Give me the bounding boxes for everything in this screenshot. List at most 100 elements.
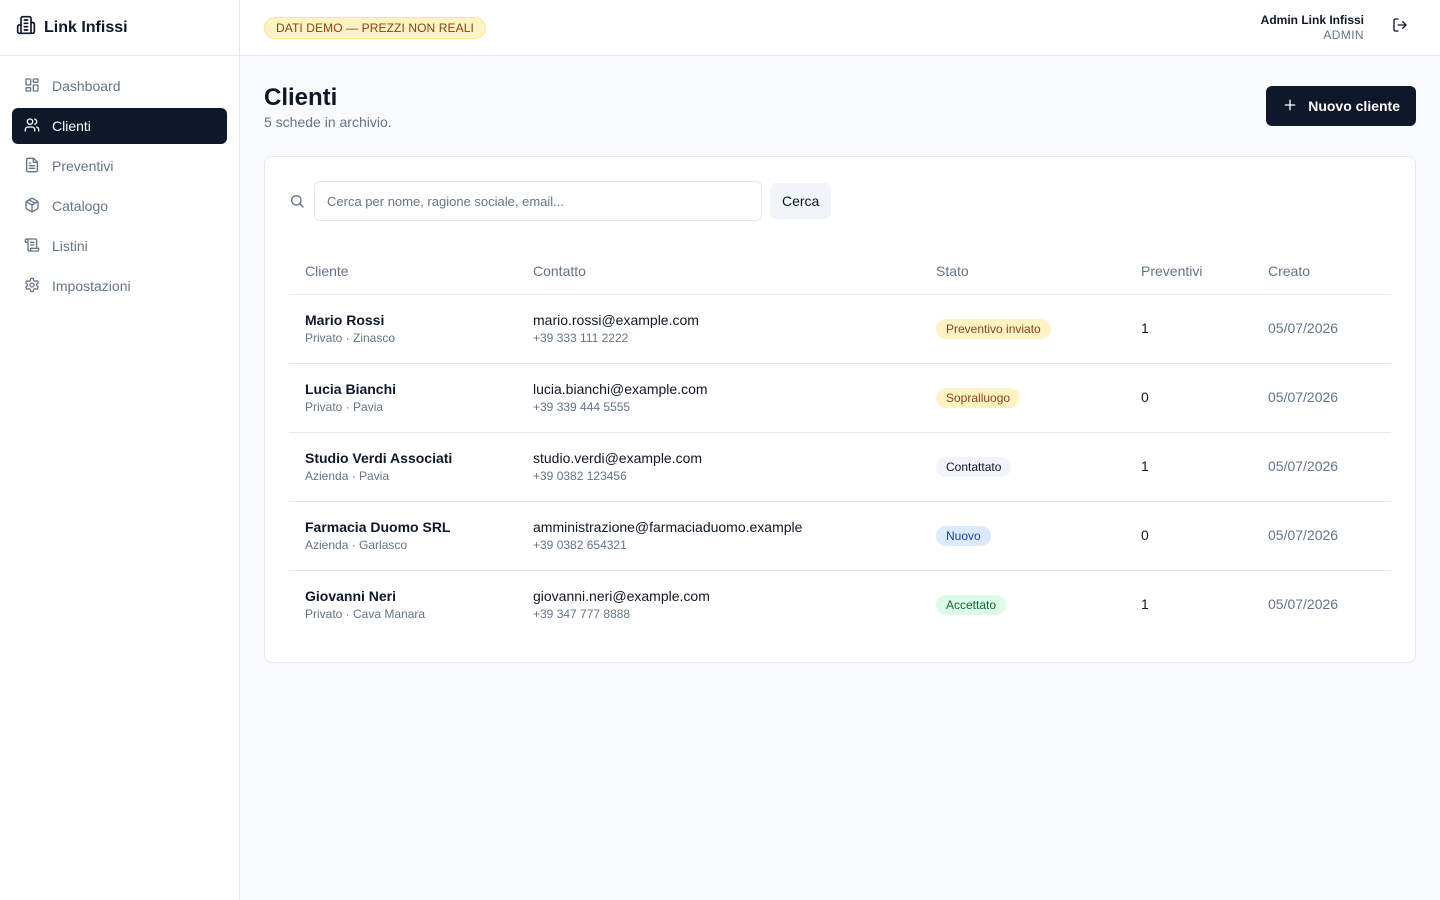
client-type-city: Privato · Cava Manara xyxy=(305,606,426,621)
column-header-stato[interactable]: Stato xyxy=(920,249,1125,295)
client-name[interactable]: Lucia Bianchi xyxy=(305,380,517,398)
sidebar-item-listini[interactable]: Listini xyxy=(12,228,227,264)
status-badge: Contattato xyxy=(936,456,1012,477)
created-date: 05/07/2026 xyxy=(1268,526,1339,543)
table-row[interactable]: Giovanni Neri Privato · Cava Manara giovan… xyxy=(289,570,1391,639)
cell-cliente: Giovanni Neri Privato · Cava Manara xyxy=(289,570,517,639)
client-phone: +39 333 111 2222 xyxy=(533,330,629,345)
cell-preventivi: 1 xyxy=(1125,570,1252,639)
sidebar-item-dashboard[interactable]: Dashboard xyxy=(12,68,227,104)
logout-icon xyxy=(1392,17,1408,38)
client-email[interactable]: studio.verdi@example.com xyxy=(533,449,920,467)
client-name[interactable]: Farmacia Duomo SRL xyxy=(305,518,517,536)
cell-cliente: Studio Verdi Associati Azienda · Pavia xyxy=(289,432,517,502)
client-email[interactable]: lucia.bianchi@example.com xyxy=(533,380,920,398)
dashboard-icon xyxy=(24,77,40,96)
clients-card: Cerca Cliente Contatto Stato Preventivi … xyxy=(264,156,1416,663)
cell-contatto: lucia.bianchi@example.com +39 339 444 555… xyxy=(517,363,920,433)
sidebar-item-label: Dashboard xyxy=(52,78,121,94)
client-email[interactable]: giovanni.neri@example.com xyxy=(533,587,920,605)
cell-preventivi: 1 xyxy=(1125,432,1252,502)
client-email[interactable]: mario.rossi@example.com xyxy=(533,311,920,329)
sidebar-item-label: Impostazioni xyxy=(52,278,131,294)
created-date: 05/07/2026 xyxy=(1268,388,1339,405)
table-row[interactable]: Studio Verdi Associati Azienda · Pavia stu… xyxy=(289,432,1391,502)
client-phone: +39 339 444 5555 xyxy=(533,399,631,414)
cell-contatto: studio.verdi@example.com +39 0382 123456 xyxy=(517,432,920,502)
client-phone: +39 0382 654321 xyxy=(533,537,627,552)
sidebar-item-clienti[interactable]: Clienti xyxy=(12,108,227,144)
document-icon xyxy=(24,157,40,176)
client-type-city: Azienda · Garlasco xyxy=(305,537,408,552)
sidebar-item-catalogo[interactable]: Catalogo xyxy=(12,188,227,224)
status-badge: Preventivo inviato xyxy=(936,318,1051,339)
plus-icon xyxy=(1282,97,1298,116)
sidebar-item-label: Listini xyxy=(52,238,88,254)
cell-contatto: mario.rossi@example.com +39 333 111 2222 xyxy=(517,294,920,364)
column-header-creato[interactable]: Creato xyxy=(1252,249,1391,295)
sidebar-item-label: Catalogo xyxy=(52,198,109,214)
status-badge: Sopralluogo xyxy=(936,387,1021,408)
cell-preventivi: 0 xyxy=(1125,501,1252,571)
column-header-cliente[interactable]: Cliente xyxy=(289,249,517,295)
main-content: Clienti 5 schede in archivio. Nuovo clie… xyxy=(264,56,1416,663)
page-subtitle: 5 schede in archivio. xyxy=(264,114,392,130)
user-info: Admin Link Infissi ADMIN xyxy=(1261,13,1364,43)
topbar: DATI DEMO — PREZZI NON REALI Admin Link … xyxy=(240,0,1440,56)
table-body: Mario Rossi Privato · Zinasco mario.rossi@… xyxy=(289,294,1391,639)
cell-stato: Accettato xyxy=(920,570,1125,639)
client-name[interactable]: Mario Rossi xyxy=(305,311,517,329)
page-title: Clienti xyxy=(264,84,338,111)
brand-name: Link Infissi xyxy=(44,18,128,36)
created-date: 05/07/2026 xyxy=(1268,595,1339,612)
brand[interactable]: Link Infissi xyxy=(0,0,239,56)
user-role: ADMIN xyxy=(1323,27,1364,42)
client-phone: +39 347 777 8888 xyxy=(533,606,631,621)
cell-creato: 05/07/2026 xyxy=(1252,501,1391,571)
gear-icon xyxy=(24,277,40,296)
search-input[interactable] xyxy=(314,181,762,221)
quotes-count: 0 xyxy=(1141,388,1149,405)
cell-cliente: Mario Rossi Privato · Zinasco xyxy=(289,294,517,364)
scroll-icon xyxy=(24,237,40,256)
client-phone: +39 0382 123456 xyxy=(533,468,627,483)
sidebar-item-impostazioni[interactable]: Impostazioni xyxy=(12,268,227,304)
quotes-count: 1 xyxy=(1141,319,1149,336)
table-row[interactable]: Mario Rossi Privato · Zinasco mario.rossi@… xyxy=(289,294,1391,364)
cell-creato: 05/07/2026 xyxy=(1252,294,1391,364)
quotes-count: 1 xyxy=(1141,457,1149,474)
table-row[interactable]: Lucia Bianchi Privato · Pavia lucia.bianch… xyxy=(289,363,1391,433)
client-name[interactable]: Studio Verdi Associati xyxy=(305,449,517,467)
search-button[interactable]: Cerca xyxy=(770,183,832,219)
cell-stato: Sopralluogo xyxy=(920,363,1125,433)
cell-stato: Nuovo xyxy=(920,501,1125,571)
page-header: Clienti 5 schede in archivio. Nuovo clie… xyxy=(264,56,1416,156)
sidebar-item-label: Preventivi xyxy=(52,158,114,174)
cell-preventivi: 0 xyxy=(1125,363,1252,433)
cell-cliente: Lucia Bianchi Privato · Pavia xyxy=(289,363,517,433)
column-header-contatto[interactable]: Contatto xyxy=(517,249,920,295)
cell-creato: 05/07/2026 xyxy=(1252,570,1391,639)
sidebar-item-preventivi[interactable]: Preventivi xyxy=(12,148,227,184)
search-icon xyxy=(289,193,305,209)
cell-creato: 05/07/2026 xyxy=(1252,432,1391,502)
user-box: Admin Link Infissi ADMIN xyxy=(1261,12,1416,44)
building-icon xyxy=(16,15,36,40)
table-row[interactable]: Farmacia Duomo SRL Azienda · Garlasco ammi… xyxy=(289,501,1391,571)
client-type-city: Privato · Zinasco xyxy=(305,330,396,345)
status-badge: Nuovo xyxy=(936,525,991,546)
client-name[interactable]: Giovanni Neri xyxy=(305,587,517,605)
quotes-count: 1 xyxy=(1141,595,1149,612)
cell-stato: Contattato xyxy=(920,432,1125,502)
cell-stato: Preventivo inviato xyxy=(920,294,1125,364)
sidebar-nav: Dashboard Clienti Preventivi Catalogo Li… xyxy=(0,56,239,304)
client-type-city: Azienda · Pavia xyxy=(305,468,390,483)
created-date: 05/07/2026 xyxy=(1268,457,1339,474)
sidebar-item-label: Clienti xyxy=(52,118,91,134)
logout-button[interactable] xyxy=(1384,12,1416,44)
new-client-button[interactable]: Nuovo cliente xyxy=(1266,86,1416,126)
client-email[interactable]: amministrazione@farmaciaduomo.example xyxy=(533,518,920,536)
search-bar: Cerca xyxy=(289,181,832,221)
column-header-preventivi[interactable]: Preventivi xyxy=(1125,249,1252,295)
cell-contatto: giovanni.neri@example.com +39 347 777 888… xyxy=(517,570,920,639)
